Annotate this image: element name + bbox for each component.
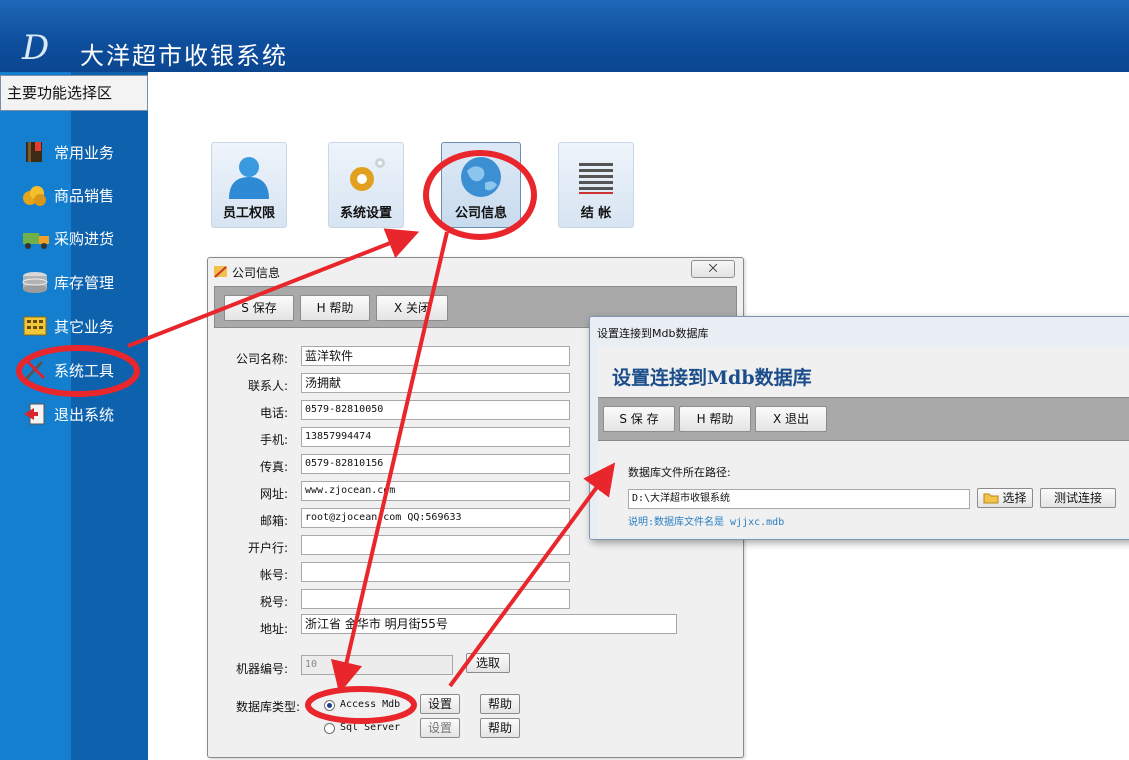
database-icon [22, 270, 48, 294]
sqlserver-set-button[interactable]: 设置 [420, 718, 460, 738]
sqlserver-radio[interactable] [324, 723, 335, 734]
tax-field[interactable] [301, 589, 570, 609]
ledger-icon [579, 163, 613, 194]
sqlserver-radio-label: Sql Server [340, 722, 401, 733]
sidebar-item-label: 其它业务 [54, 317, 115, 336]
db-type-label: 数据库类型: [235, 700, 300, 714]
browse-button[interactable]: 选择 [977, 488, 1033, 508]
fax-field[interactable]: 0579-82810156 [301, 454, 570, 474]
sidebar-item-label: 常用业务 [54, 143, 115, 162]
close-button[interactable]: ⨉ [691, 260, 735, 278]
bank-field[interactable] [301, 535, 570, 555]
email-label: 邮箱: [259, 514, 288, 528]
website-field[interactable]: www.zjocean.com [301, 481, 570, 501]
sqlserver-help-button[interactable]: 帮助 [480, 718, 520, 738]
book-icon [22, 140, 48, 164]
coins-icon [22, 183, 48, 207]
toolbar-staff-permissions[interactable]: 员工权限 [211, 142, 287, 228]
app-title: 大洋超市收银系统 [80, 42, 288, 70]
truck-icon [22, 226, 49, 250]
dialog-title: 设置连接到Mdb数据库 [597, 327, 709, 340]
access-radio-label: Access Mdb [340, 699, 401, 710]
mdb-connection-dialog: 设置连接到Mdb数据库 设置连接到Mdb数据库 S 保 存 H 帮助 X 退出 … [589, 316, 1129, 540]
sidebar-item-label: 库存管理 [54, 273, 115, 292]
phone-field[interactable]: 0579-82810050 [301, 400, 570, 420]
toolbar-system-settings[interactable]: 系统设置 [328, 142, 404, 228]
sidebar-item-label: 系统工具 [54, 361, 115, 380]
sidebar-item-label: 商品销售 [54, 186, 115, 205]
browse-label: 选择 [1002, 491, 1027, 505]
sidebar-item-label: 采购进货 [54, 229, 115, 248]
sidebar-item-exit[interactable]: 退出系统 [22, 399, 114, 429]
path-label: 数据库文件所在路径: [628, 466, 731, 479]
filename-note: 说明:数据库文件名是 wjjxc.mdb [628, 517, 785, 528]
company-name-field[interactable]: 蓝洋软件 [301, 346, 570, 366]
company-name-label: 公司名称: [235, 352, 288, 366]
help-button[interactable]: H 帮助 [679, 406, 751, 432]
access-help-button[interactable]: 帮助 [480, 694, 520, 714]
sidebar-title: 主要功能选择区 [0, 75, 148, 111]
sidebar-item-stock[interactable]: 库存管理 [22, 267, 114, 297]
company-icon [214, 266, 227, 278]
select-machine-button[interactable]: 选取 [466, 653, 510, 673]
machine-label: 机器编号: [235, 662, 288, 676]
tax-label: 税号: [259, 595, 288, 609]
sidebar-item-sales[interactable]: 商品销售 [22, 180, 114, 210]
path-field[interactable]: D:\大洋超市收银系统 [628, 489, 970, 509]
dialog-body: 设置连接到Mdb数据库 S 保 存 H 帮助 X 退出 数据库文件所在路径: D… [598, 347, 1129, 537]
globe-icon [461, 157, 501, 197]
bank-label: 开户行: [247, 541, 288, 555]
email-field[interactable]: root@zjocean.com QQ:569633 [301, 508, 570, 528]
sidebar-item-label: 退出系统 [54, 405, 115, 424]
app-header: D 大洋超市收银系统 [0, 0, 1129, 72]
toolbar-checkout[interactable]: 结 帐 [558, 142, 634, 228]
test-connection-button[interactable]: 测试连接 [1040, 488, 1116, 508]
gear-icon [350, 158, 385, 191]
sidebar-item-common[interactable]: 常用业务 [22, 137, 114, 167]
exit-icon [22, 402, 48, 426]
close-dialog-button[interactable]: X 关闭 [376, 295, 448, 321]
dialog-heading: 设置连接到Mdb数据库 [612, 367, 812, 389]
contact-field[interactable]: 汤拥献 [301, 373, 570, 393]
exit-button[interactable]: X 退出 [755, 406, 827, 432]
contact-label: 联系人: [247, 379, 288, 393]
logo: D [22, 28, 50, 68]
mobile-field[interactable]: 13857994474 [301, 427, 570, 447]
fax-label: 传真: [259, 460, 288, 474]
toolbar-label: 员工权限 [222, 206, 275, 221]
address-field[interactable]: 浙江省 金华市 明月街55号 [301, 614, 677, 634]
account-label: 帐号: [259, 568, 288, 582]
calculator-icon [22, 314, 48, 338]
account-field[interactable] [301, 562, 570, 582]
machine-field: 10 [301, 655, 453, 675]
toolbar-label: 系统设置 [339, 206, 392, 221]
sidebar-item-tools[interactable]: 系统工具 [22, 355, 114, 385]
phone-label: 电话: [259, 406, 288, 420]
toolbar-company-info[interactable]: 公司信息 [441, 142, 521, 228]
toolbar-label: 公司信息 [454, 206, 507, 221]
website-label: 网址: [259, 487, 288, 501]
dialog-toolbar: S 保 存 H 帮助 X 退出 [598, 397, 1129, 441]
sidebar-item-other[interactable]: 其它业务 [22, 311, 114, 341]
tools-icon [22, 358, 48, 382]
address-label: 地址: [259, 622, 288, 636]
save-button[interactable]: S 保存 [224, 295, 294, 321]
save-button[interactable]: S 保 存 [603, 406, 675, 432]
sidebar-item-purchase[interactable]: 采购进货 [22, 223, 114, 253]
folder-icon [983, 493, 999, 504]
user-icon [229, 157, 269, 199]
mobile-label: 手机: [259, 433, 288, 447]
toolbar-label: 结 帐 [580, 206, 612, 221]
help-button[interactable]: H 帮助 [300, 295, 370, 321]
access-set-button[interactable]: 设置 [420, 694, 460, 714]
access-radio[interactable] [324, 700, 335, 711]
dialog-title: 公司信息 [232, 266, 281, 280]
